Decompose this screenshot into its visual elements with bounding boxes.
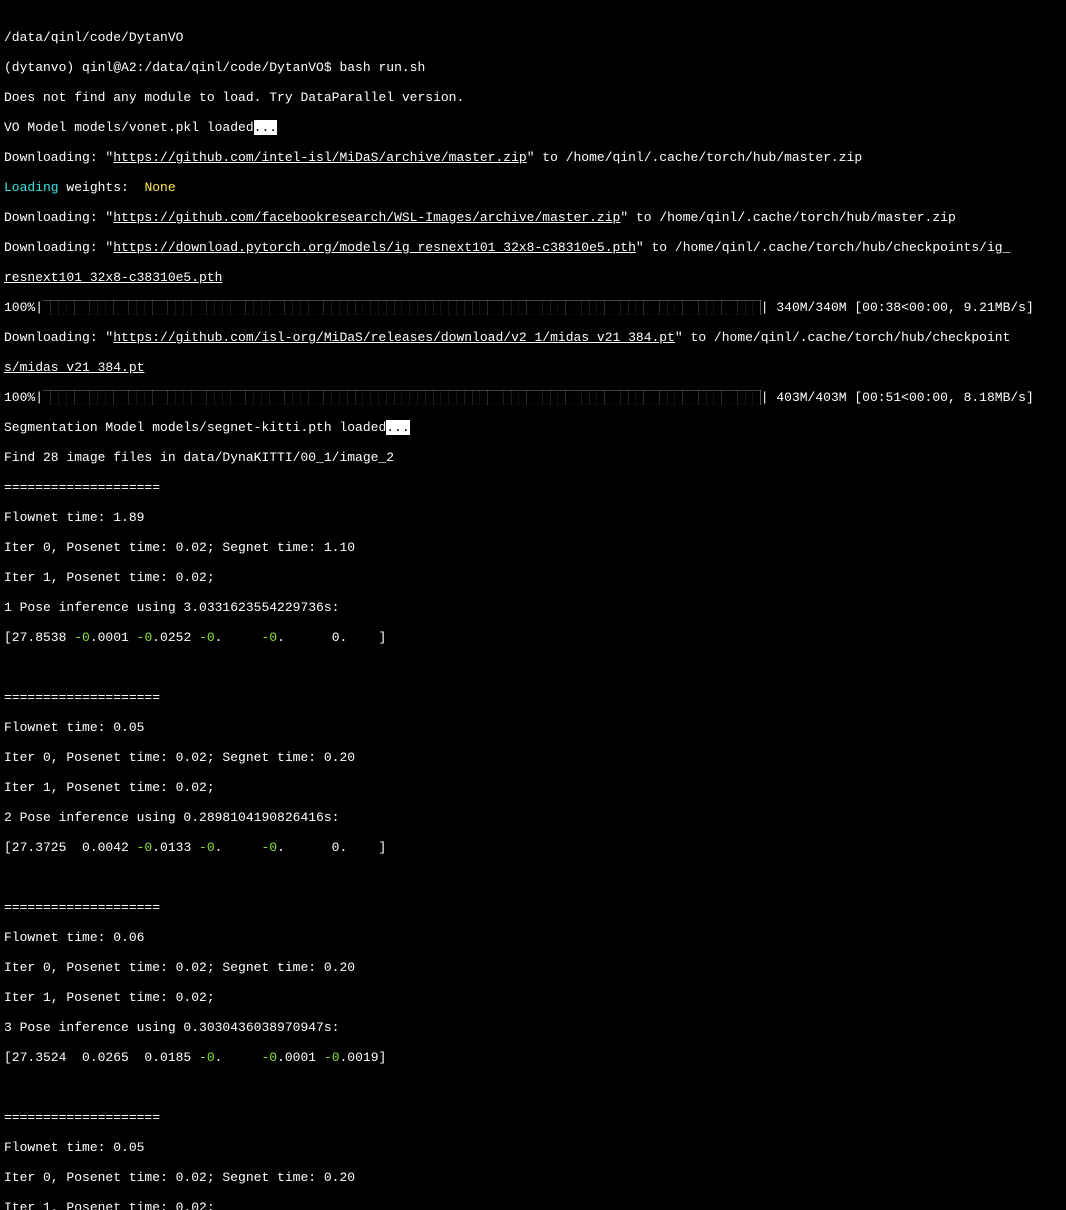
text: " to /home/qinl/.cache/torch/hub/master.… bbox=[527, 150, 862, 165]
terminal-line: Flownet time: 0.05 bbox=[4, 1140, 1062, 1155]
blank-line bbox=[4, 660, 1062, 675]
loading-label: Loading bbox=[4, 180, 59, 195]
pose-array: [27.3725 0.0042 -0.0133 -0. -0. 0. ] bbox=[4, 840, 1062, 855]
terminal-line: Loading weights: None bbox=[4, 180, 1062, 195]
progress-bar: 100%|███████████████████████████████████… bbox=[4, 390, 1062, 405]
pose-array: [27.8538 -0.0001 -0.0252 -0. -0. 0. ] bbox=[4, 630, 1062, 645]
neg-zero: -0 bbox=[261, 1050, 277, 1065]
terminal-line: Downloading: "https://github.com/intel-i… bbox=[4, 150, 1062, 165]
text: Downloading: " bbox=[4, 330, 113, 345]
blank-line bbox=[4, 1080, 1062, 1095]
num: .0001 bbox=[90, 630, 137, 645]
download-link[interactable]: https://github.com/facebookresearch/WSL-… bbox=[113, 210, 620, 225]
bar-fill-icon: ████████████████████████████████████████… bbox=[43, 300, 761, 315]
terminal-line: Iter 0, Posenet time: 0.02; Segnet time:… bbox=[4, 960, 1062, 975]
text: VO Model models/vonet.pkl loaded bbox=[4, 120, 254, 135]
terminal-line: Downloading: "https://github.com/faceboo… bbox=[4, 210, 1062, 225]
progress-stats: | 340M/340M [00:38<00:00, 9.21MB/s] bbox=[761, 300, 1034, 315]
terminal-line: /data/qinl/code/DytanVO bbox=[4, 30, 1062, 45]
progress-stats: | 403M/403M [00:51<00:00, 8.18MB/s] bbox=[761, 390, 1034, 405]
percent: 100%| bbox=[4, 390, 43, 405]
text: " to /home/qinl/.cache/torch/hub/checkpo… bbox=[636, 240, 1010, 255]
terminal-line: 2 Pose inference using 0.289810419082641… bbox=[4, 810, 1062, 825]
neg-zero: -0 bbox=[199, 1050, 215, 1065]
terminal-line: Segmentation Model models/segnet-kitti.p… bbox=[4, 420, 1062, 435]
terminal-line: Iter 0, Posenet time: 0.02; Segnet time:… bbox=[4, 540, 1062, 555]
terminal-line: Flownet time: 1.89 bbox=[4, 510, 1062, 525]
num: [27.3725 0.0042 bbox=[4, 840, 137, 855]
num: . 0. ] bbox=[277, 840, 386, 855]
terminal-line: Iter 0, Posenet time: 0.02; Segnet time:… bbox=[4, 750, 1062, 765]
neg-zero: -0 bbox=[137, 630, 153, 645]
text: Downloading: " bbox=[4, 150, 113, 165]
terminal-line: resnext101_32x8-c38310e5.pth bbox=[4, 270, 1062, 285]
text: Segmentation Model models/segnet-kitti.p… bbox=[4, 420, 386, 435]
num: [27.3524 0.0265 0.0185 bbox=[4, 1050, 199, 1065]
num: .0252 bbox=[152, 630, 199, 645]
terminal-line: Downloading: "https://download.pytorch.o… bbox=[4, 240, 1062, 255]
progress-bar: 100%|███████████████████████████████████… bbox=[4, 300, 1062, 315]
percent: 100%| bbox=[4, 300, 43, 315]
neg-zero: -0 bbox=[199, 630, 215, 645]
num: .0019] bbox=[340, 1050, 387, 1065]
separator: ==================== bbox=[4, 480, 1062, 495]
terminal-line: s/midas_v21_384.pt bbox=[4, 360, 1062, 375]
num: . bbox=[215, 1050, 262, 1065]
terminal-line: 1 Pose inference using 3.033162355422973… bbox=[4, 600, 1062, 615]
download-link[interactable]: https://download.pytorch.org/models/ig_r… bbox=[113, 240, 636, 255]
text: Downloading: " bbox=[4, 210, 113, 225]
neg-zero: -0 bbox=[137, 840, 153, 855]
terminal-line: Does not find any module to load. Try Da… bbox=[4, 90, 1062, 105]
neg-zero: -0 bbox=[74, 630, 90, 645]
text: weights: bbox=[59, 180, 145, 195]
dots-icon: ... bbox=[386, 420, 409, 435]
num: .0133 bbox=[152, 840, 199, 855]
terminal-line: 3 Pose inference using 0.303043603897094… bbox=[4, 1020, 1062, 1035]
terminal-line: Downloading: "https://github.com/isl-org… bbox=[4, 330, 1062, 345]
separator: ==================== bbox=[4, 1110, 1062, 1125]
neg-zero: -0 bbox=[261, 630, 277, 645]
terminal-line: Iter 0, Posenet time: 0.02; Segnet time:… bbox=[4, 1170, 1062, 1185]
terminal-line: VO Model models/vonet.pkl loaded... bbox=[4, 120, 1062, 135]
text: Downloading: " bbox=[4, 240, 113, 255]
download-link[interactable]: https://github.com/isl-org/MiDaS/release… bbox=[113, 330, 675, 345]
neg-zero: -0 bbox=[199, 840, 215, 855]
num: . 0. ] bbox=[277, 630, 386, 645]
dots-icon: ... bbox=[254, 120, 277, 135]
blank-line bbox=[4, 870, 1062, 885]
separator: ==================== bbox=[4, 900, 1062, 915]
neg-zero: -0 bbox=[261, 840, 277, 855]
terminal-line: Iter 1, Posenet time: 0.02; bbox=[4, 570, 1062, 585]
terminal-line: Find 28 image files in data/DynaKITTI/00… bbox=[4, 450, 1062, 465]
text: " to /home/qinl/.cache/torch/hub/checkpo… bbox=[675, 330, 1010, 345]
num: [27.8538 bbox=[4, 630, 74, 645]
download-link-cont: resnext101_32x8-c38310e5.pth bbox=[4, 270, 222, 285]
terminal-line: Iter 1, Posenet time: 0.02; bbox=[4, 990, 1062, 1005]
num: . bbox=[215, 840, 262, 855]
download-link-cont: s/midas_v21_384.pt bbox=[4, 360, 144, 375]
pose-array: [27.3524 0.0265 0.0185 -0. -0.0001 -0.00… bbox=[4, 1050, 1062, 1065]
terminal-line: Iter 1, Posenet time: 0.02; bbox=[4, 1200, 1062, 1210]
num: . bbox=[215, 630, 262, 645]
bar-fill-icon: ████████████████████████████████████████… bbox=[43, 390, 761, 405]
download-link[interactable]: https://github.com/intel-isl/MiDaS/archi… bbox=[113, 150, 526, 165]
terminal-line: Flownet time: 0.05 bbox=[4, 720, 1062, 735]
none-value: None bbox=[144, 180, 175, 195]
terminal-line: Flownet time: 0.06 bbox=[4, 930, 1062, 945]
terminal-prompt[interactable]: (dytanvo) qinl@A2:/data/qinl/code/DytanV… bbox=[4, 60, 1062, 75]
text: " to /home/qinl/.cache/torch/hub/master.… bbox=[620, 210, 955, 225]
num: .0001 bbox=[277, 1050, 324, 1065]
terminal-line: Iter 1, Posenet time: 0.02; bbox=[4, 780, 1062, 795]
separator: ==================== bbox=[4, 690, 1062, 705]
neg-zero: -0 bbox=[324, 1050, 340, 1065]
